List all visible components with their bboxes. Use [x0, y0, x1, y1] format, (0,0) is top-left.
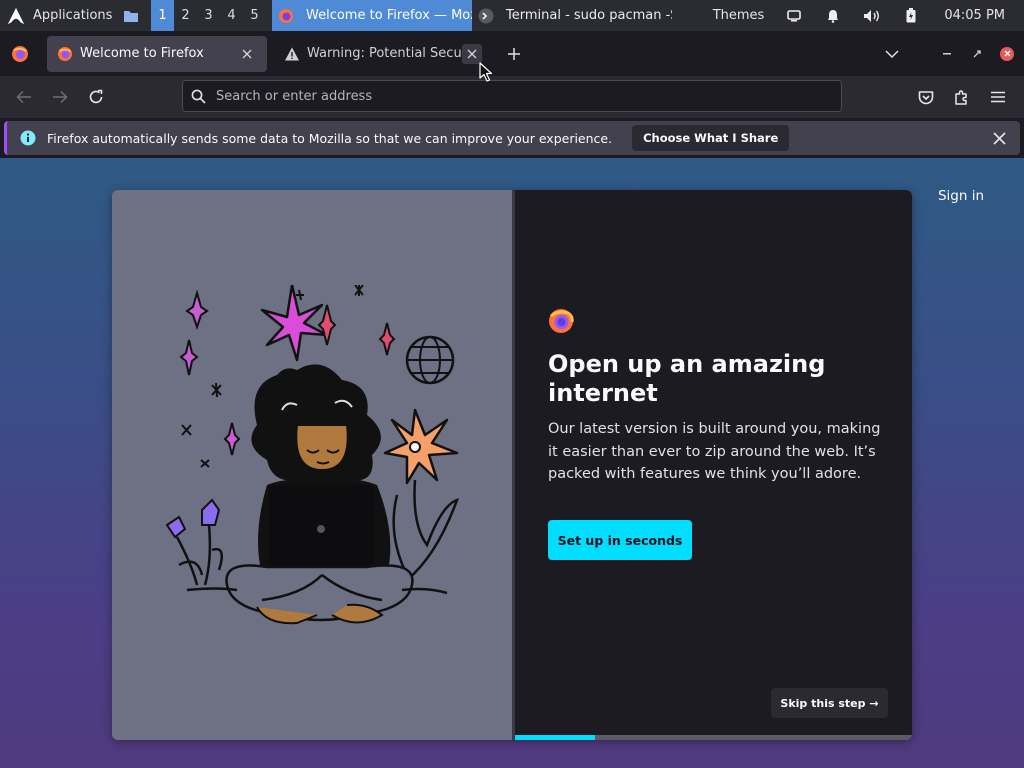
tab-title: Warning: Potential Security Risk Ahead	[307, 46, 462, 61]
close-window-button[interactable]	[992, 39, 1022, 69]
minimize-button[interactable]	[932, 39, 962, 69]
illustration-panel	[112, 190, 512, 740]
plus-icon	[508, 47, 520, 60]
firefox-logo-icon	[549, 309, 574, 333]
system-panel: Applications 1 2 3 4 5 Welcome to Firefo…	[0, 0, 1024, 31]
pocket-icon	[918, 90, 934, 104]
close-icon	[992, 131, 1006, 145]
file-manager-launcher[interactable]	[113, 0, 149, 31]
tab-security-warning[interactable]: Warning: Potential Security Risk Ahead	[274, 36, 492, 72]
close-icon	[1004, 50, 1010, 57]
page-title: Open up an amazing internet	[548, 350, 826, 407]
monitor-icon	[787, 9, 801, 21]
welcome-panel: Open up an amazing internet Our latest v…	[512, 190, 912, 740]
notifications-tray[interactable]	[813, 0, 852, 31]
choose-what-i-share-button[interactable]: Choose What I Share	[632, 125, 790, 151]
taskbar-firefox-label: Welcome to Firefox — Mozill...	[306, 8, 472, 23]
skip-step-button[interactable]: Skip this step →	[771, 688, 888, 718]
arrow-right-icon	[53, 90, 68, 104]
mouse-pointer-icon	[479, 62, 493, 82]
page-description: Our latest version is built around you, …	[548, 421, 881, 482]
hamburger-menu-icon	[991, 91, 1005, 103]
data-collection-notification: Firefox automatically sends some data to…	[4, 121, 1020, 155]
workspace-3[interactable]: 3	[197, 0, 220, 31]
display-tray[interactable]	[774, 0, 813, 31]
extensions-button[interactable]	[944, 81, 980, 113]
arch-logo-icon	[7, 7, 25, 24]
firefox-view-button[interactable]	[0, 45, 40, 63]
sign-in-link[interactable]: Sign in	[938, 188, 984, 204]
applications-label: Applications	[33, 8, 113, 23]
themes-button[interactable]: Themes	[703, 0, 775, 31]
search-icon	[191, 89, 206, 104]
notification-message: Firefox automatically sends some data to…	[47, 130, 613, 146]
taskbar-firefox[interactable]: Welcome to Firefox — Mozill...	[272, 0, 472, 31]
chevron-down-icon	[885, 49, 899, 58]
pocket-button[interactable]	[908, 81, 944, 113]
arrow-left-icon	[16, 90, 31, 104]
toolbar-actions	[908, 81, 1016, 113]
workspace-2[interactable]: 2	[174, 0, 197, 31]
onboarding-progress-fill	[515, 735, 595, 740]
workspace-4[interactable]: 4	[220, 0, 243, 31]
taskbar-terminal[interactable]: Terminal - sudo pacman -Sy ...	[472, 0, 672, 31]
clock[interactable]: 04:05 PM	[930, 0, 1024, 31]
applications-menu[interactable]: Applications	[0, 0, 113, 31]
close-icon	[467, 49, 477, 58]
onboarding-progress-bar	[515, 735, 912, 740]
workspace-switcher: 1 2 3 4 5	[151, 0, 266, 31]
close-window-circle	[1000, 46, 1014, 61]
terminal-icon	[478, 8, 494, 23]
warning-icon	[285, 47, 299, 60]
workspace-1[interactable]: 1	[151, 0, 174, 31]
tab-close-button[interactable]	[462, 43, 482, 64]
tab-strip: Welcome to Firefox Warning: Potential Se…	[0, 31, 1024, 76]
tab-close-button[interactable]	[237, 44, 257, 64]
forward-button[interactable]	[42, 81, 78, 113]
close-icon	[242, 49, 252, 58]
restore-icon	[973, 49, 981, 57]
maximize-button[interactable]	[962, 39, 992, 69]
notification-close-button[interactable]	[988, 127, 1010, 149]
tab-title: Welcome to Firefox	[80, 46, 204, 61]
bell-icon	[827, 9, 838, 23]
minimize-icon	[943, 52, 951, 54]
battery-icon	[906, 8, 916, 23]
volume-tray[interactable]	[852, 0, 891, 31]
volume-icon	[863, 9, 879, 22]
new-tab-button[interactable]	[497, 37, 531, 71]
address-bar[interactable]	[182, 80, 842, 112]
firefox-icon	[279, 8, 293, 23]
app-menu-button[interactable]	[980, 81, 1016, 113]
list-all-tabs-button[interactable]	[877, 49, 907, 58]
folder-icon	[124, 10, 138, 22]
taskbar-terminal-label: Terminal - sudo pacman -Sy ...	[506, 8, 672, 23]
set-up-button[interactable]: Set up in seconds	[548, 520, 692, 560]
navigation-toolbar	[0, 76, 1024, 118]
tab-welcome[interactable]: Welcome to Firefox	[47, 35, 267, 72]
workspace-5[interactable]: 5	[243, 0, 266, 31]
reload-icon	[89, 89, 103, 104]
url-input[interactable]	[216, 88, 841, 104]
page-content: Sign in Open up an amazing internet Our …	[0, 158, 1024, 768]
onboarding-card: Open up an amazing internet Our latest v…	[112, 190, 912, 740]
info-icon	[20, 130, 36, 146]
person-with-laptop-illustration	[165, 285, 460, 625]
firefox-icon	[58, 46, 72, 61]
puzzle-icon	[955, 90, 967, 105]
reload-button[interactable]	[78, 81, 114, 113]
battery-tray[interactable]	[891, 0, 930, 31]
firefox-icon	[12, 45, 28, 62]
back-button[interactable]	[6, 81, 42, 113]
